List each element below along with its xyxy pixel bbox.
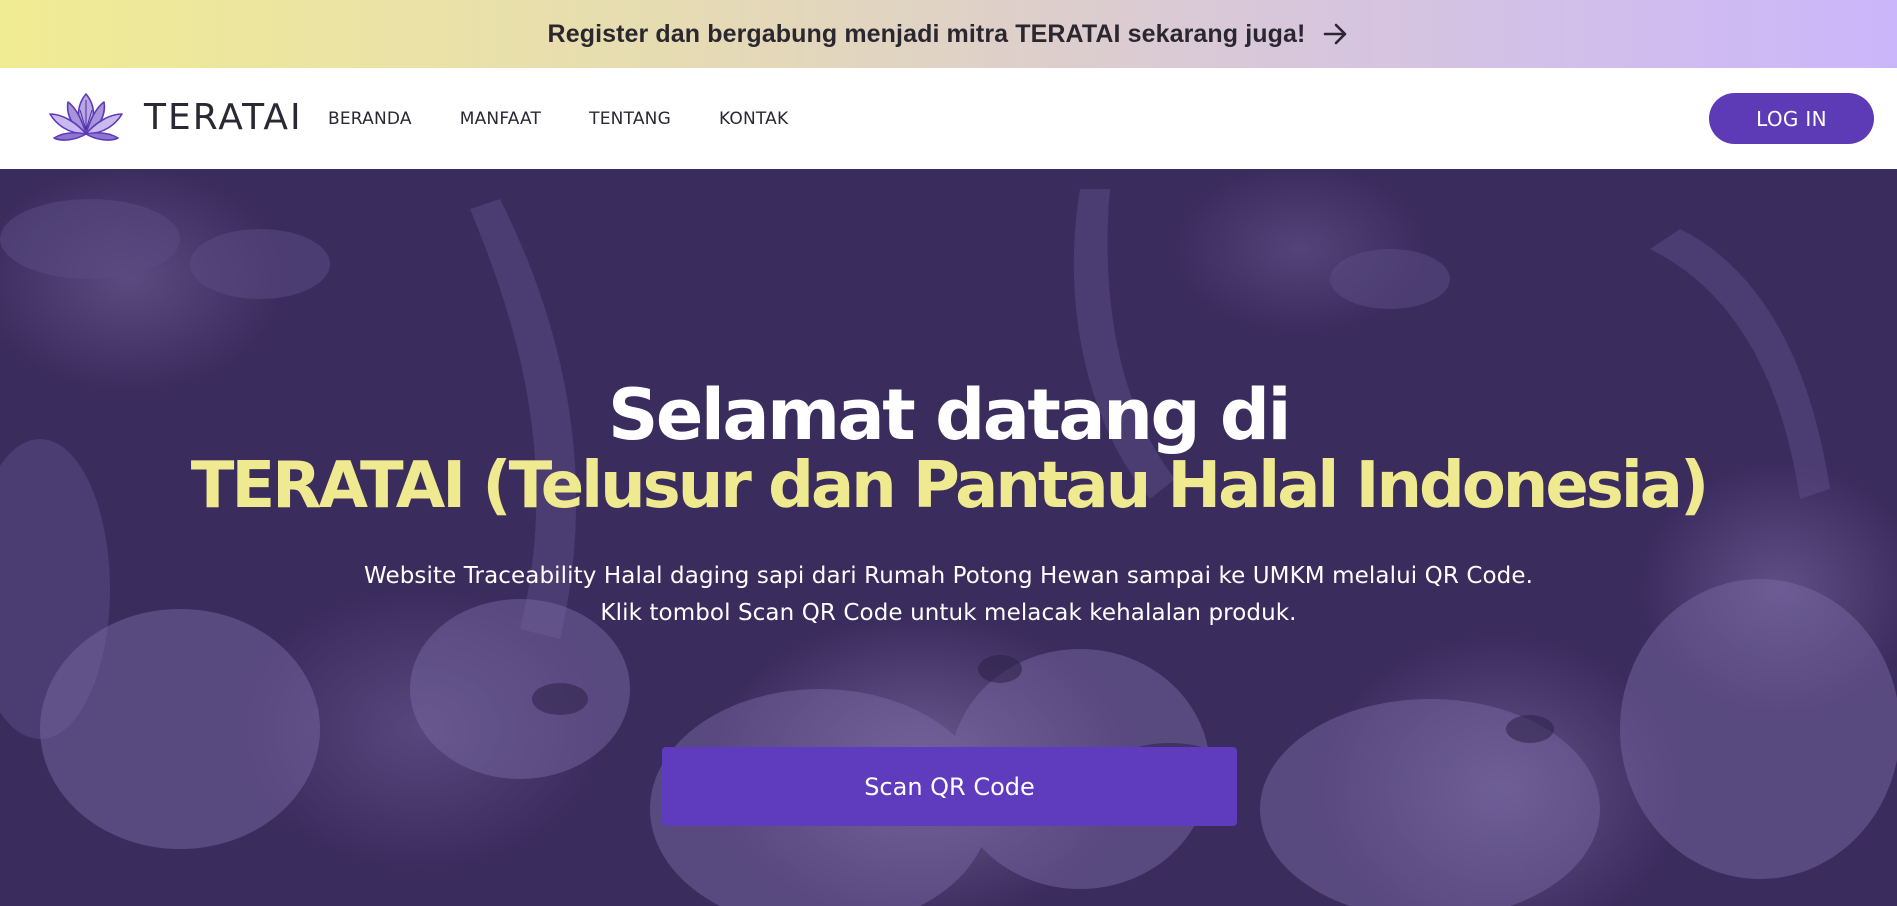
nav-item-tentang[interactable]: TENTANG (589, 109, 671, 129)
arrow-right-icon (1324, 23, 1347, 45)
logo[interactable]: TERATAI (46, 88, 303, 146)
lotus-icon (49, 93, 123, 141)
hero-subtitle: Website Traceability Halal daging sapi d… (0, 558, 1897, 632)
login-button[interactable]: LOG IN (1709, 93, 1874, 144)
banner-text: Register dan bergabung menjadi mitra TER… (547, 19, 1306, 48)
hero-subtitle-line2: Klik tombol Scan QR Code untuk melacak k… (600, 600, 1297, 626)
navbar: TERATAI BERANDA MANFAAT TENTANG KONTAK L… (0, 68, 1897, 169)
register-banner-link[interactable]: Register dan bergabung menjadi mitra TER… (548, 20, 1350, 49)
nav-item-beranda[interactable]: BERANDA (328, 109, 412, 129)
hero-section: Selamat datang di TERATAI (Telusur dan P… (0, 169, 1897, 906)
hero-title-line2: TERATAI (Telusur dan Pantau Halal Indone… (190, 449, 1709, 523)
nav-item-manfaat[interactable]: MANFAAT (460, 109, 541, 129)
nav-item-kontak[interactable]: KONTAK (719, 109, 788, 129)
logo-text: TERATAI (144, 96, 303, 138)
hero-subtitle-line1: Website Traceability Halal daging sapi d… (363, 563, 1534, 589)
hero-title-line1: Selamat datang di (607, 374, 1292, 456)
hero-content: Selamat datang di TERATAI (Telusur dan P… (0, 169, 1897, 906)
scan-qr-code-button[interactable]: Scan QR Code (662, 747, 1237, 826)
main-nav: BERANDA MANFAAT TENTANG KONTAK (328, 68, 836, 169)
announcement-banner: Register dan bergabung menjadi mitra TER… (0, 0, 1897, 68)
